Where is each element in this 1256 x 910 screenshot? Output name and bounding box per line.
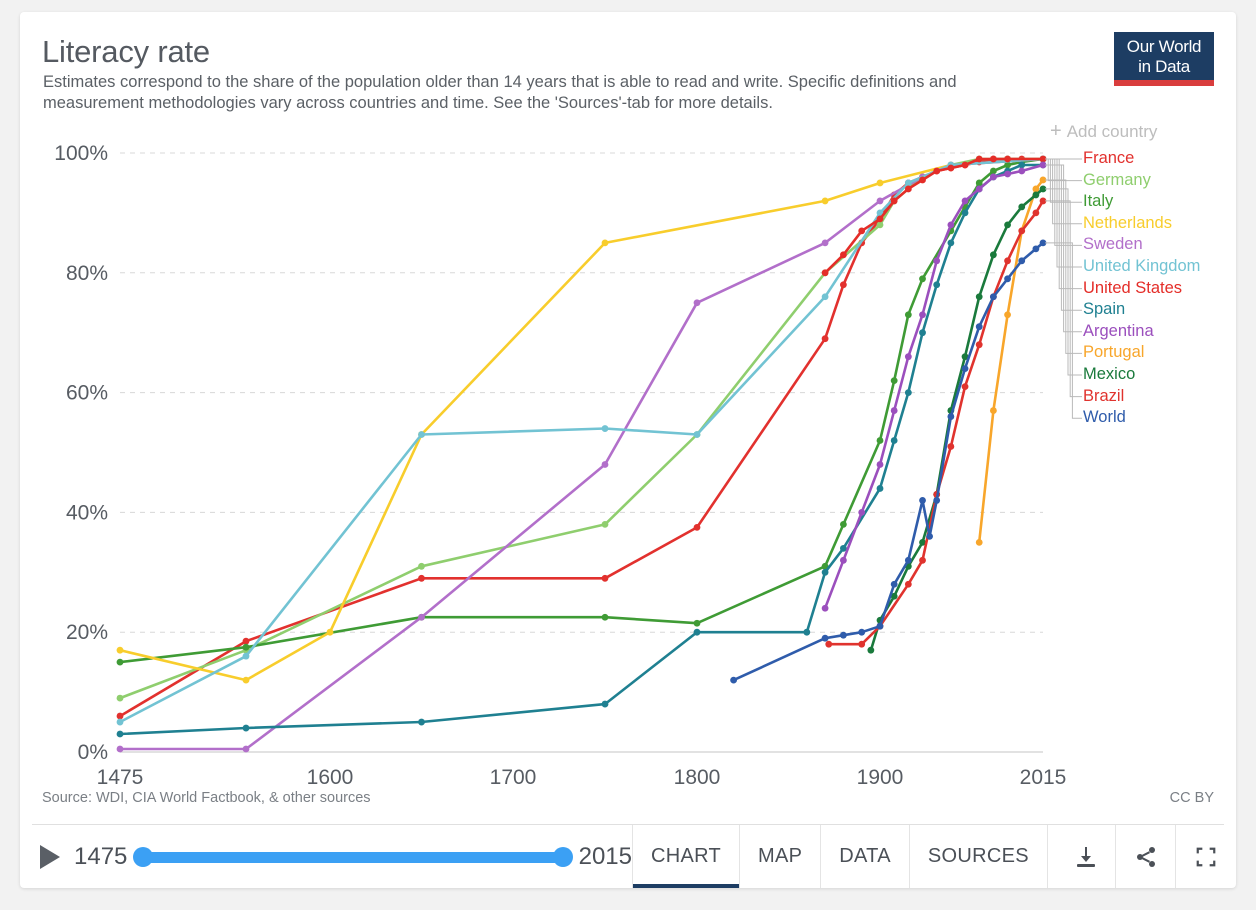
start-year-label: 1475 xyxy=(74,842,128,870)
slider-track[interactable] xyxy=(135,851,571,863)
slider-handle-start[interactable] xyxy=(133,846,154,867)
series-italy[interactable] xyxy=(116,155,1047,666)
tab-bar: CHART MAP DATA SOURCES xyxy=(633,825,1048,888)
y-axis-tick-label: 0% xyxy=(78,741,108,764)
legend-item-italy[interactable]: Italy xyxy=(1083,191,1256,213)
y-axis-tick-label: 60% xyxy=(66,382,108,405)
y-axis-tick-label: 40% xyxy=(66,501,108,524)
download-icon[interactable] xyxy=(1056,825,1116,888)
series-portugal[interactable] xyxy=(975,176,1047,546)
fullscreen-icon[interactable] xyxy=(1176,825,1236,888)
tab-data[interactable]: DATA xyxy=(821,825,910,888)
legend-item-portugal[interactable]: Portugal xyxy=(1083,342,1256,364)
series-argentina[interactable] xyxy=(821,161,1047,612)
legend-item-mexico[interactable]: Mexico xyxy=(1083,364,1256,386)
legend-item-united-states[interactable]: United States xyxy=(1083,278,1256,300)
legend-item-spain[interactable]: Spain xyxy=(1083,299,1256,321)
chart-plot-area: 0% 20% 40% 60% 80% 100% 1475 1600 1700 1800 1900 20… xyxy=(20,12,1236,888)
share-icon[interactable] xyxy=(1116,825,1176,888)
year-range-slider[interactable] xyxy=(133,846,573,867)
x-axis-tick-label: 1800 xyxy=(674,766,721,789)
tab-sources[interactable]: SOURCES xyxy=(910,825,1048,888)
legend-item-united-kingdom[interactable]: United Kingdom xyxy=(1083,256,1256,278)
legend-item-world[interactable]: World xyxy=(1083,407,1256,429)
legend-item-netherlands[interactable]: Netherlands xyxy=(1083,213,1256,235)
add-country-label: Add country xyxy=(1066,122,1158,141)
x-axis-tick-label: 2015 xyxy=(1020,766,1067,789)
slider-handle-end[interactable] xyxy=(552,846,573,867)
action-icons xyxy=(1048,825,1236,888)
line-chart-svg: 0% 20% 40% 60% 80% 100% 1475 1600 1700 1800 1900 20… xyxy=(54,142,1082,789)
x-axis-tick-label: 1900 xyxy=(857,766,904,789)
play-icon[interactable] xyxy=(40,844,60,869)
series-france[interactable] xyxy=(116,155,1047,720)
source-note: Source: WDI, CIA World Factbook, & other… xyxy=(42,790,371,806)
series-spain[interactable] xyxy=(116,161,1047,738)
legend-item-argentina[interactable]: Argentina xyxy=(1083,321,1256,343)
series-sweden[interactable] xyxy=(116,155,1047,753)
add-country-button[interactable]: + Add country xyxy=(1050,120,1157,143)
x-axis-tick-label: 1475 xyxy=(97,766,144,789)
series-united-kingdom[interactable] xyxy=(116,155,1047,726)
license-note[interactable]: CC BY xyxy=(1170,790,1214,806)
tab-map[interactable]: MAP xyxy=(740,825,822,888)
legend-item-brazil[interactable]: Brazil xyxy=(1083,386,1256,408)
end-year-label: 2015 xyxy=(578,842,632,870)
legend-connectors xyxy=(1045,158,1082,419)
chart-card: Literacy rate Estimates correspond to th… xyxy=(20,12,1236,888)
chart-legend: France Germany Italy Netherlands Sweden Unite… xyxy=(1083,148,1256,429)
plus-icon: + xyxy=(1050,120,1062,142)
legend-item-france[interactable]: France xyxy=(1083,148,1256,170)
y-axis-tick-label: 100% xyxy=(54,142,108,165)
x-axis-tick-label: 1600 xyxy=(307,766,354,789)
y-axis-tick-label: 80% xyxy=(66,262,108,285)
controls-bar: 1475 2015 CHART MAP DATA SOURCES xyxy=(20,825,1236,888)
tab-chart[interactable]: CHART xyxy=(633,825,741,888)
legend-item-sweden[interactable]: Sweden xyxy=(1083,234,1256,256)
series-netherlands[interactable] xyxy=(116,155,1047,684)
x-axis-tick-label: 1700 xyxy=(490,766,537,789)
legend-item-germany[interactable]: Germany xyxy=(1083,170,1256,192)
y-axis-tick-label: 20% xyxy=(66,621,108,644)
timeline-control: 1475 2015 xyxy=(20,825,633,888)
